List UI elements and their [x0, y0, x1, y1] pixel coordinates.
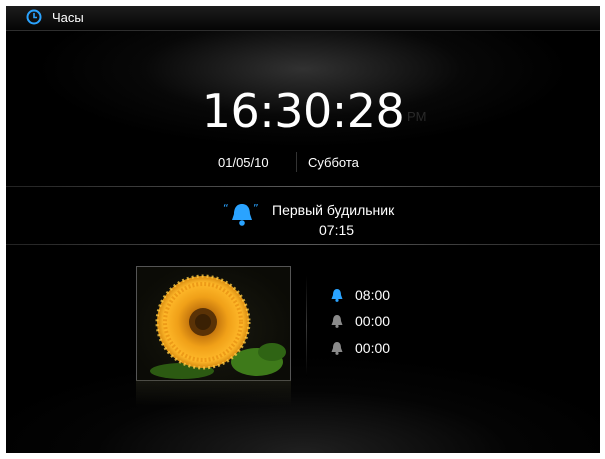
- ampm-indicator: PM: [407, 109, 427, 124]
- svg-text:“: “: [223, 202, 229, 215]
- divider: [6, 244, 600, 245]
- next-alarm-name: Первый будильник: [272, 202, 395, 218]
- current-time: 16:30:28: [201, 84, 405, 138]
- sunflower-image: [150, 274, 286, 379]
- current-weekday: Суббота: [308, 155, 359, 170]
- bell-icon: [331, 315, 343, 328]
- title-bar: Часы: [6, 6, 600, 31]
- alarm-time: 00:00: [355, 340, 391, 356]
- photo-reflection: [136, 380, 291, 406]
- divider: [296, 152, 297, 172]
- bell-icon: [331, 289, 343, 302]
- ringing-bell-icon: “ ”: [223, 202, 259, 226]
- alarm-time: 00:00: [355, 313, 391, 329]
- alarm-time: 08:00: [355, 287, 391, 303]
- bell-icon: [331, 342, 343, 355]
- svg-text:”: ”: [253, 202, 259, 215]
- current-date: 01/05/10: [218, 155, 269, 170]
- divider: [6, 186, 600, 187]
- next-alarm-time: 07:15: [319, 222, 355, 238]
- clock-app-window: Часы 16:30:28 PM 01/05/10 Суббота “ ” Пе…: [6, 6, 600, 453]
- app-title: Часы: [52, 10, 84, 25]
- divider: [306, 276, 307, 376]
- sunflower-photo[interactable]: [136, 266, 291, 381]
- background-glow-bottom: [6, 246, 600, 453]
- clock-icon[interactable]: [26, 9, 42, 25]
